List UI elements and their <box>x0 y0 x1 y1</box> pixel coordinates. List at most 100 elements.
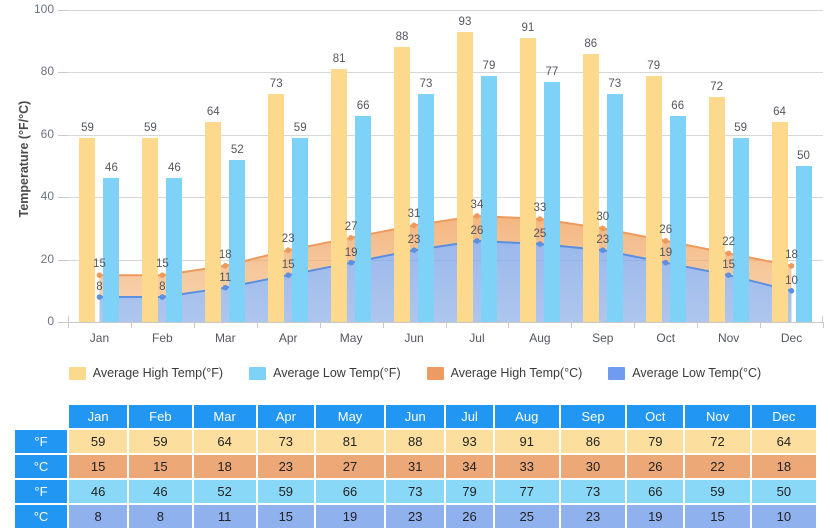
x-tick-mark <box>823 322 824 328</box>
bar-lo-sep <box>606 94 623 322</box>
table-month-header-apr: Apr <box>257 405 314 428</box>
area-value-label: 26 <box>659 223 673 236</box>
bar-value-label: 59 <box>143 121 157 134</box>
table-cell: 50 <box>751 480 816 503</box>
table-cell: 8 <box>129 505 192 528</box>
table-cell: 11 <box>193 505 256 528</box>
bar-hi-sep <box>582 53 599 322</box>
table-month-header-feb: Feb <box>129 405 192 428</box>
bar-value-label: 66 <box>356 100 370 113</box>
bar-lo-mar <box>229 159 246 322</box>
table-cell: 73 <box>560 480 626 503</box>
table-unit-header: °C <box>15 505 67 528</box>
table-cell: 73 <box>386 480 445 503</box>
table-month-header-oct: Oct <box>627 405 684 428</box>
table-month-header-jan: Jan <box>69 405 128 428</box>
y-tick-label: 0 <box>47 314 54 328</box>
table-cell: 86 <box>560 430 626 453</box>
x-tick-mark <box>256 322 258 328</box>
table-month-header-nov: Nov <box>685 405 750 428</box>
table-cell: 59 <box>257 480 314 503</box>
bar-value-label: 64 <box>206 106 220 119</box>
data-point <box>474 213 480 219</box>
table-month-header-aug: Aug <box>494 405 559 428</box>
table-cell: 46 <box>129 480 192 503</box>
y-tick-label: 40 <box>40 189 54 204</box>
data-point <box>285 247 291 253</box>
x-label-aug: Aug <box>529 331 551 345</box>
table-row: °C 8 8 11 15 19 23 26 25 23 19 15 10 <box>15 505 816 528</box>
bar-lo-feb <box>166 178 183 322</box>
table-cell: 22 <box>685 455 750 478</box>
table-cell: 25 <box>494 505 559 528</box>
data-point <box>285 272 291 279</box>
data-point <box>474 238 480 244</box>
area-value-label: 27 <box>344 220 358 233</box>
bar-value-label: 86 <box>584 37 598 50</box>
data-point <box>411 247 417 253</box>
table-header-row: Jan Feb Mar Apr May Jun Jul Aug Sep Oct Nov Dec <box>15 405 816 428</box>
x-label-sep: Sep <box>592 331 614 345</box>
table-row: °C 15 15 18 23 27 31 34 33 30 26 22 18 <box>15 455 816 478</box>
area-value-label: 10 <box>785 274 798 287</box>
area-value-label: 18 <box>218 248 232 261</box>
table-cell: 79 <box>627 430 684 453</box>
table-cell: 23 <box>560 505 626 528</box>
data-point <box>348 259 354 266</box>
legend-item-0[interactable]: Average High Temp(°F) <box>68 366 223 380</box>
bar-lo-dec <box>795 166 812 322</box>
table-cell: 15 <box>685 505 750 528</box>
area-value-label: 22 <box>722 236 736 249</box>
area-value-label: 23 <box>281 233 295 246</box>
bar-value-label: 81 <box>332 53 346 66</box>
y-tick-label: 80 <box>40 64 54 79</box>
table-cell: 66 <box>627 480 684 503</box>
legend-swatch-icon <box>249 366 267 380</box>
table-unit-header: °C <box>15 455 67 478</box>
bar-value-label: 46 <box>167 162 181 175</box>
legend-item-2[interactable]: Average High Temp(°C) <box>426 366 582 380</box>
area-value-label: 19 <box>344 246 358 259</box>
area-value-label: 31 <box>407 208 421 221</box>
bar-value-label: 88 <box>395 31 409 44</box>
table-cell: 52 <box>193 480 256 503</box>
bar-value-label: 73 <box>608 78 622 91</box>
table-cell: 27 <box>315 455 385 478</box>
area-value-label: 23 <box>407 234 421 247</box>
table-cell: 26 <box>446 505 493 528</box>
legend-item-3[interactable]: Average Low Temp(°C) <box>608 366 761 380</box>
x-tick-mark <box>130 322 132 328</box>
bar-hi-jul <box>456 31 473 322</box>
x-label-mar: Mar <box>214 331 236 345</box>
data-point <box>411 222 417 229</box>
bar-hi-oct <box>645 75 662 322</box>
table-body: °F 59 59 64 73 81 88 93 91 86 79 72 64 °C 15 15 18 23 27 31… <box>15 430 816 528</box>
table-cell: 64 <box>751 430 816 453</box>
table-cell: 26 <box>627 455 684 478</box>
x-tick-mark <box>571 322 573 328</box>
area-value-label: 34 <box>470 198 484 211</box>
bar-value-label: 77 <box>545 65 559 78</box>
x-tick-mark <box>382 322 384 328</box>
x-tick-mark <box>445 322 447 328</box>
x-label-may: May <box>339 331 363 345</box>
bar-lo-apr <box>292 137 309 322</box>
bar-value-label: 79 <box>482 59 496 72</box>
data-point <box>96 272 103 279</box>
table-corner-cell <box>15 405 67 428</box>
legend-label: Average Low Temp(°C) <box>632 366 762 380</box>
y-tick-mark <box>58 10 68 11</box>
x-label-jan: Jan <box>89 331 110 345</box>
area-value-label: 25 <box>533 228 547 240</box>
y-tick-label: 100 <box>33 2 54 16</box>
table-unit-header: °F <box>15 430 67 453</box>
area-value-label: 15 <box>281 259 295 272</box>
area-value-label: 26 <box>470 224 484 237</box>
table-cell: 18 <box>751 455 816 478</box>
y-tick-label: 20 <box>40 251 54 266</box>
legend-item-1[interactable]: Average Low Temp(°F) <box>249 366 401 380</box>
legend-swatch-icon <box>68 366 86 380</box>
x-tick-mark <box>319 322 321 328</box>
area-value-label: 11 <box>219 271 232 284</box>
data-point <box>348 235 354 241</box>
